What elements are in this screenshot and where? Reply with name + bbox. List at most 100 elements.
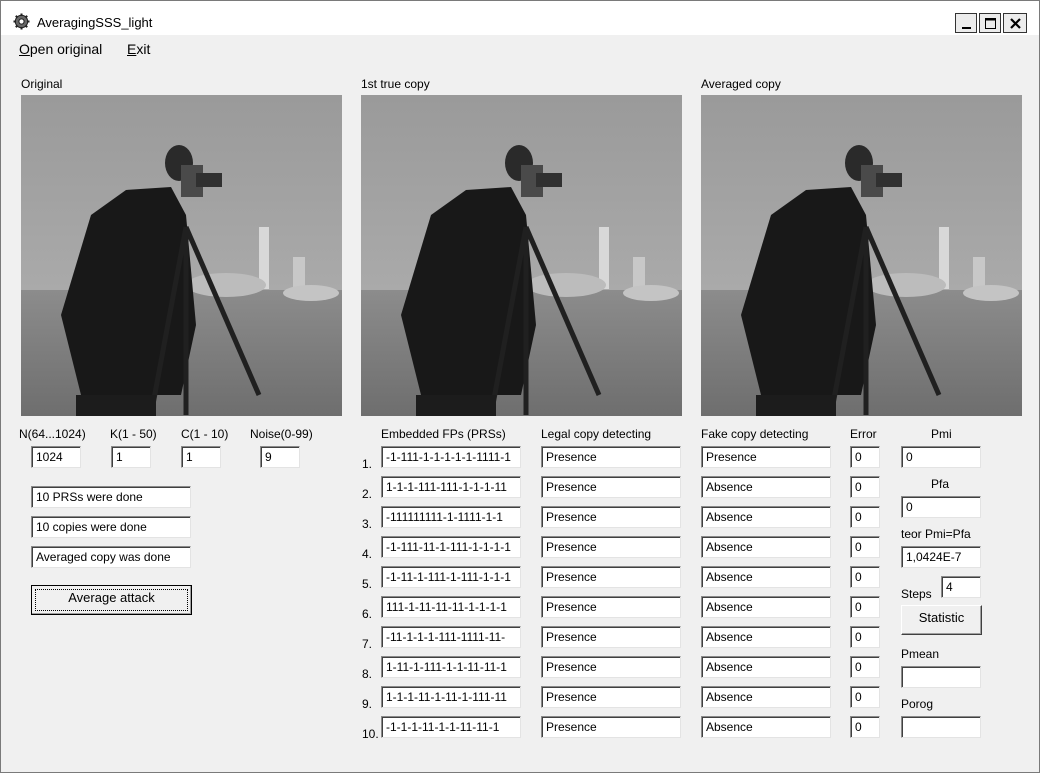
header-fake: Fake copy detecting <box>701 427 809 441</box>
noise-input[interactable]: 9 <box>260 446 300 468</box>
error-field[interactable]: 0 <box>850 506 880 528</box>
n-input[interactable]: 1024 <box>31 446 81 468</box>
statistic-button[interactable]: Statistic <box>901 605 982 635</box>
legal-detect-field[interactable]: Presence <box>541 716 681 738</box>
fp-field[interactable]: -1-111-11-1-111-1-1-1-1 <box>381 536 521 558</box>
noise-label: Noise(0-99) <box>250 427 313 441</box>
c-label: C(1 - 10) <box>181 427 229 441</box>
error-field[interactable]: 0 <box>850 716 880 738</box>
main-window: AveragingSSS_light Open original Exit Or… <box>0 0 1040 773</box>
legal-detect-field[interactable]: Presence <box>541 566 681 588</box>
pmean-label: Pmean <box>901 647 940 661</box>
steps-label: Steps <box>901 587 932 601</box>
averaged-copy-image <box>701 95 1022 416</box>
fp-field[interactable]: -111111111-1-1111-1-1 <box>381 506 521 528</box>
k-input[interactable]: 1 <box>111 446 151 468</box>
porog-label: Porog <box>901 697 934 711</box>
header-legal: Legal copy detecting <box>541 427 652 441</box>
minimize-icon <box>962 27 971 29</box>
close-icon <box>1010 18 1021 29</box>
pmean-field[interactable] <box>901 666 981 688</box>
fake-detect-field[interactable]: Absence <box>701 596 831 618</box>
row-number: 2. <box>362 487 373 501</box>
fake-detect-field[interactable]: Absence <box>701 656 831 678</box>
original-image <box>21 95 342 416</box>
app-gear-icon <box>13 13 30 30</box>
true-copy-label: 1st true copy <box>361 77 430 91</box>
row-number: 5. <box>362 577 373 591</box>
error-field[interactable]: 0 <box>850 656 880 678</box>
cameraman-photo-averaged <box>701 95 1022 416</box>
error-field[interactable]: 0 <box>850 476 880 498</box>
steps-input[interactable]: 4 <box>941 576 981 598</box>
n-label: N(64...1024) <box>19 427 86 441</box>
error-field[interactable]: 0 <box>850 626 880 648</box>
error-field[interactable]: 0 <box>850 686 880 708</box>
menu-exit[interactable]: Exit <box>127 41 150 57</box>
row-number: 10. <box>362 727 379 741</box>
error-field[interactable]: 0 <box>850 536 880 558</box>
focus-ring <box>35 589 188 611</box>
row-number: 7. <box>362 637 373 651</box>
fp-field[interactable]: -1-111-1-1-1-1-1-1111-1 <box>381 446 521 468</box>
fake-detect-field[interactable]: Absence <box>701 716 831 738</box>
fake-detect-field[interactable]: Absence <box>701 476 831 498</box>
fp-field[interactable]: -11-1-1-1-111-1111-11- <box>381 626 521 648</box>
legal-detect-field[interactable]: Presence <box>541 686 681 708</box>
row-number: 9. <box>362 697 373 711</box>
fp-field[interactable]: 1-1-1-11-1-11-1-111-11 <box>381 686 521 708</box>
row-number: 6. <box>362 607 373 621</box>
fake-detect-field[interactable]: Absence <box>701 536 831 558</box>
fake-detect-field[interactable]: Absence <box>701 566 831 588</box>
k-label: K(1 - 50) <box>110 427 157 441</box>
legal-detect-field[interactable]: Presence <box>541 626 681 648</box>
legal-detect-field[interactable]: Presence <box>541 596 681 618</box>
fp-field[interactable]: 111-1-11-11-11-1-1-1-1 <box>381 596 521 618</box>
close-button[interactable] <box>1003 13 1027 33</box>
teor-field[interactable]: 1,0424E-7 <box>901 546 981 568</box>
fp-field[interactable]: -1-11-1-111-1-111-1-1-1 <box>381 566 521 588</box>
error-field[interactable]: 0 <box>850 596 880 618</box>
row-number: 1. <box>362 457 373 471</box>
prs-status-field: 10 PRSs were done <box>31 486 191 508</box>
title-bar[interactable]: AveragingSSS_light <box>1 1 1039 35</box>
legal-detect-field[interactable]: Presence <box>541 476 681 498</box>
copies-status-field: 10 copies were done <box>31 516 191 538</box>
original-label: Original <box>21 77 63 91</box>
cameraman-photo-original <box>21 95 342 416</box>
average-attack-button[interactable]: Average attack <box>31 585 192 615</box>
row-number: 4. <box>362 547 373 561</box>
averaged-status-field: Averaged copy was done <box>31 546 191 568</box>
cameraman-photo-true-copy <box>361 95 682 416</box>
fake-detect-field[interactable]: Absence <box>701 626 831 648</box>
true-copy-image <box>361 95 682 416</box>
legal-detect-field[interactable]: Presence <box>541 506 681 528</box>
fp-field[interactable]: 1-1-1-111-111-1-1-1-11 <box>381 476 521 498</box>
menu-bar: Open original Exit <box>1 37 1039 61</box>
fake-detect-field[interactable]: Absence <box>701 686 831 708</box>
maximize-icon <box>985 18 996 29</box>
legal-detect-field[interactable]: Presence <box>541 656 681 678</box>
minimize-button[interactable] <box>955 13 977 33</box>
pfa-label: Pfa <box>931 477 950 491</box>
teor-label: teor Pmi=Pfa <box>901 527 971 541</box>
fp-field[interactable]: 1-11-1-111-1-1-11-11-1 <box>381 656 521 678</box>
error-field[interactable]: 0 <box>850 566 880 588</box>
pmi-field[interactable]: 0 <box>901 446 981 468</box>
statistic-label: Statistic <box>918 610 965 625</box>
legal-detect-field[interactable]: Presence <box>541 536 681 558</box>
pmi-label: Pmi <box>931 427 952 441</box>
fake-detect-field[interactable]: Absence <box>701 506 831 528</box>
porog-field[interactable] <box>901 716 981 738</box>
pfa-field[interactable]: 0 <box>901 496 981 518</box>
error-field[interactable]: 0 <box>850 446 880 468</box>
averaged-copy-label: Averaged copy <box>701 77 781 91</box>
menu-open-original[interactable]: Open original <box>19 41 102 57</box>
maximize-button[interactable] <box>979 13 1001 33</box>
header-fps: Embedded FPs (PRSs) <box>381 427 506 441</box>
legal-detect-field[interactable]: Presence <box>541 446 681 468</box>
c-input[interactable]: 1 <box>181 446 221 468</box>
fake-detect-field[interactable]: Presence <box>701 446 831 468</box>
fp-field[interactable]: -1-1-1-11-1-1-11-11-1 <box>381 716 521 738</box>
header-error: Error <box>850 427 877 441</box>
